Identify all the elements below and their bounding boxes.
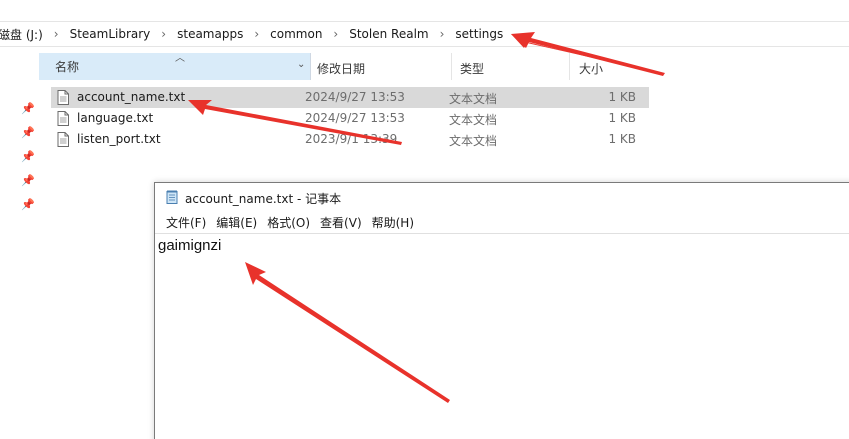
chevron-down-icon[interactable]: ⌄ (297, 59, 305, 70)
menu-help[interactable]: 帮助(H) (368, 213, 418, 233)
pin-icon[interactable]: 📌 (18, 144, 38, 168)
notepad-title: account_name.txt - 记事本 (185, 192, 342, 206)
column-divider[interactable] (569, 53, 570, 80)
column-divider[interactable] (451, 53, 452, 80)
breadcrumb-steamapps[interactable]: steamapps (175, 27, 245, 41)
breadcrumb-settings[interactable]: settings (453, 27, 505, 41)
pin-icon[interactable]: 📌 (18, 120, 38, 144)
file-rows: account_name.txt 2024/9/27 13:53 文本文档 1 … (51, 87, 649, 150)
column-header-type[interactable]: 类型 (460, 60, 484, 77)
breadcrumb-drive[interactable]: 磁盘 (J:) (0, 26, 45, 43)
menu-file[interactable]: 文件(F) (162, 213, 210, 233)
file-size: 1 KB (608, 111, 636, 125)
breadcrumb-stolen-realm[interactable]: Stolen Realm (347, 27, 430, 41)
file-list: 名称 ︿ ⌄ 修改日期 类型 大小 account_name.txt 2024/… (39, 53, 659, 148)
chevron-right-icon[interactable]: › (54, 27, 59, 41)
column-header-row: 名称 ︿ ⌄ 修改日期 类型 大小 (39, 53, 659, 80)
menu-format[interactable]: 格式(O) (263, 213, 314, 233)
pin-icon[interactable]: 📌 (18, 192, 38, 216)
chevron-right-icon[interactable]: › (254, 27, 259, 41)
chevron-right-icon[interactable]: › (161, 27, 166, 41)
chevron-right-icon[interactable]: › (333, 27, 338, 41)
column-header-size[interactable]: 大小 (579, 60, 603, 77)
breadcrumb: 磁盘 (J:) › SteamLibrary › steamapps › com… (0, 21, 849, 47)
file-size: 1 KB (608, 132, 636, 146)
chevron-right-icon[interactable]: › (440, 27, 445, 41)
menu-view[interactable]: 查看(V) (316, 213, 366, 233)
notepad-titlebar[interactable]: account_name.txt - 记事本 (155, 183, 849, 211)
notepad-text-area[interactable]: gaimignzi (155, 233, 849, 439)
column-header-name-label: 名称 (55, 60, 80, 74)
notepad-menubar: 文件(F) 编辑(E) 格式(O) 查看(V) 帮助(H) (155, 213, 849, 233)
file-row-language[interactable]: language.txt 2024/9/27 13:53 文本文档 1 KB (51, 108, 649, 129)
breadcrumb-steamlibrary[interactable]: SteamLibrary (68, 27, 153, 41)
notepad-icon (166, 190, 178, 204)
pin-icon[interactable]: 📌 (18, 168, 38, 192)
file-row-listen-port[interactable]: listen_port.txt 2023/9/1 13:39 文本文档 1 KB (51, 129, 649, 150)
notepad-content: gaimignzi (158, 237, 222, 254)
file-row-account-name[interactable]: account_name.txt 2024/9/27 13:53 文本文档 1 … (51, 87, 649, 108)
screenshot-root: 磁盘 (J:) › SteamLibrary › steamapps › com… (0, 0, 849, 439)
notepad-window: account_name.txt - 记事本 文件(F) 编辑(E) 格式(O)… (154, 182, 849, 439)
column-header-date[interactable]: 修改日期 (317, 60, 365, 77)
file-size: 1 KB (608, 90, 636, 104)
sort-up-icon: ︿ (175, 53, 185, 64)
breadcrumb-common[interactable]: common (268, 27, 324, 41)
quick-access-pins: 📌 📌 📌 📌 📌 (18, 96, 38, 216)
menu-edit[interactable]: 编辑(E) (212, 213, 261, 233)
pin-icon[interactable]: 📌 (18, 96, 38, 120)
